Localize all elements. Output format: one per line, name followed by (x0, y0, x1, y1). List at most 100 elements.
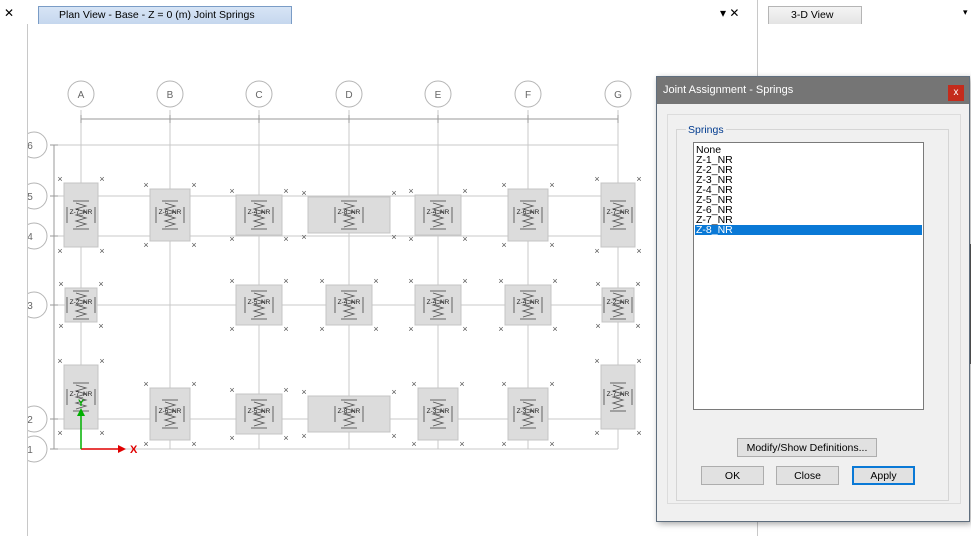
joint-marker-icon: × (57, 174, 62, 184)
joint-marker-icon: × (99, 356, 104, 366)
joint-marker-icon: × (552, 276, 557, 286)
spring-footing[interactable]: Z-6_NR (149, 188, 191, 242)
joint-marker-icon: × (549, 180, 554, 190)
joint-marker-icon: × (99, 428, 104, 438)
joint-marker-icon: × (391, 431, 396, 441)
spring-footing[interactable]: Z-8_NR (307, 196, 391, 234)
apply-button[interactable]: Apply (852, 466, 915, 485)
spring-footing[interactable]: Z-2_NR (64, 287, 98, 323)
joint-marker-icon: × (373, 324, 378, 334)
joint-marker-icon: × (229, 276, 234, 286)
grid-bubble-label: G (614, 90, 622, 101)
spring-footing[interactable]: Z-4_NR (325, 284, 373, 326)
joint-marker-icon: × (408, 186, 413, 196)
spring-footing[interactable]: Z-7_NR (600, 364, 636, 430)
spring-footing[interactable]: Z-6_NR (507, 188, 549, 242)
joint-marker-icon: × (549, 240, 554, 250)
joint-marker-icon: × (462, 276, 467, 286)
joint-marker-icon: × (301, 431, 306, 441)
grid-bubble-label: 1 (28, 445, 33, 456)
joint-marker-icon: × (99, 174, 104, 184)
spring-footing[interactable]: Z-5_NR (235, 393, 283, 435)
left-panel-close-icon[interactable]: ✕ (4, 6, 14, 20)
joint-marker-icon: × (57, 428, 62, 438)
joint-assignment-springs-dialog[interactable]: Joint Assignment - Springs x Springs Non… (656, 76, 970, 522)
plan-view-window-controls[interactable]: ▾ ✕ (720, 6, 739, 20)
list-item-selected[interactable]: Z-8_NR (695, 225, 922, 235)
joint-marker-icon: × (229, 324, 234, 334)
joint-marker-icon: × (57, 356, 62, 366)
spring-footing[interactable]: Z-3_NR (417, 387, 459, 441)
spring-label: Z-6_NR (159, 408, 182, 415)
joint-marker-icon: × (408, 276, 413, 286)
dialog-title: Joint Assignment - Springs (663, 84, 794, 96)
joint-marker-icon: × (283, 385, 288, 395)
tab-3d-view[interactable]: 3-D View (768, 6, 862, 24)
tab-plan-view-label: Plan View - Base - Z = 0 (m) Joint Sprin… (59, 9, 255, 21)
joint-marker-icon: × (191, 439, 196, 449)
spring-footing[interactable]: Z-4_NR (235, 194, 283, 236)
close-button[interactable]: Close (776, 466, 839, 485)
ok-button[interactable]: OK (701, 466, 764, 485)
spring-label: Z-5_NR (248, 408, 271, 415)
spring-footing[interactable]: Z-7_NR (63, 182, 99, 248)
joint-marker-icon: × (283, 234, 288, 244)
spring-footing[interactable]: Z-3_NR (507, 387, 549, 441)
grid-bubble-label: 3 (28, 301, 33, 312)
joint-marker-icon: × (459, 439, 464, 449)
spring-footing[interactable]: Z-4_NR (414, 194, 462, 236)
spring-label: Z-4_NR (427, 299, 450, 306)
joint-marker-icon: × (636, 428, 641, 438)
spring-label: Z-7_NR (607, 209, 630, 216)
x-axis-label: X (130, 444, 138, 456)
joint-marker-icon: × (411, 439, 416, 449)
spring-label: Z-4_NR (338, 299, 361, 306)
spring-label: Z-4_NR (427, 209, 450, 216)
grid-bubble-label: E (435, 90, 442, 101)
spring-label: Z-3_NR (517, 408, 540, 415)
joint-marker-icon: × (301, 188, 306, 198)
joint-marker-icon: × (143, 439, 148, 449)
joint-marker-icon: × (635, 279, 640, 289)
spring-footing[interactable]: Z-4_NR (504, 284, 552, 326)
joint-marker-icon: × (301, 232, 306, 242)
joint-marker-icon: × (636, 174, 641, 184)
spring-footing[interactable]: Z-2_NR (601, 287, 635, 323)
modify-show-definitions-button[interactable]: Modify/Show Definitions... (737, 438, 877, 457)
joint-marker-icon: × (549, 379, 554, 389)
spring-label: Z-4_NR (248, 209, 271, 216)
tab-plan-view[interactable]: Plan View - Base - Z = 0 (m) Joint Sprin… (38, 6, 292, 24)
springs-listbox[interactable]: None Z-1_NR Z-2_NR Z-3_NR Z-4_NR Z-5_NR … (693, 142, 924, 410)
chevron-down-icon[interactable]: ▾ (963, 7, 968, 18)
spring-footing[interactable]: Z-5_NR (235, 284, 283, 326)
joint-marker-icon: × (462, 186, 467, 196)
spring-footing[interactable]: Z-7_NR (600, 182, 636, 248)
joint-marker-icon: × (143, 379, 148, 389)
tab-3d-view-label: 3-D View (791, 9, 834, 21)
spring-footing[interactable]: Z-6_NR (149, 387, 191, 441)
grid-bubble-label: 2 (28, 415, 33, 426)
spring-footing[interactable]: Z-8_NR (307, 395, 391, 433)
joint-marker-icon: × (229, 385, 234, 395)
joint-marker-icon: × (462, 324, 467, 334)
joint-marker-icon: × (229, 234, 234, 244)
joint-marker-icon: × (391, 188, 396, 198)
spring-label: Z-6_NR (159, 209, 182, 216)
grid-bubble-label: 5 (28, 192, 33, 203)
spring-footing[interactable]: Z-4_NR (414, 284, 462, 326)
grid-bubble-label: 4 (28, 232, 33, 243)
close-icon[interactable]: x (948, 85, 964, 101)
spring-label: Z-2_NR (70, 299, 93, 306)
springs-group-label: Springs (686, 124, 726, 136)
plan-view-canvas[interactable]: Z-7_NR Z-6_NR Z-4_NR Z-8_NR Z-4_NR Z-6_NR Z-7_… (28, 24, 756, 536)
joint-marker-icon: × (301, 387, 306, 397)
joint-marker-icon: × (143, 240, 148, 250)
joint-marker-icon: × (498, 324, 503, 334)
joint-marker-icon: × (408, 324, 413, 334)
joint-marker-icon: × (594, 356, 599, 366)
joint-marker-icon: × (501, 439, 506, 449)
structure-plan-drawing[interactable]: Z-7_NR Z-6_NR Z-4_NR Z-8_NR Z-4_NR Z-6_NR Z-7_… (28, 24, 756, 536)
spring-label: Z-7_NR (70, 209, 93, 216)
joint-marker-icon: × (191, 379, 196, 389)
dialog-title-bar[interactable]: Joint Assignment - Springs x (657, 77, 969, 104)
